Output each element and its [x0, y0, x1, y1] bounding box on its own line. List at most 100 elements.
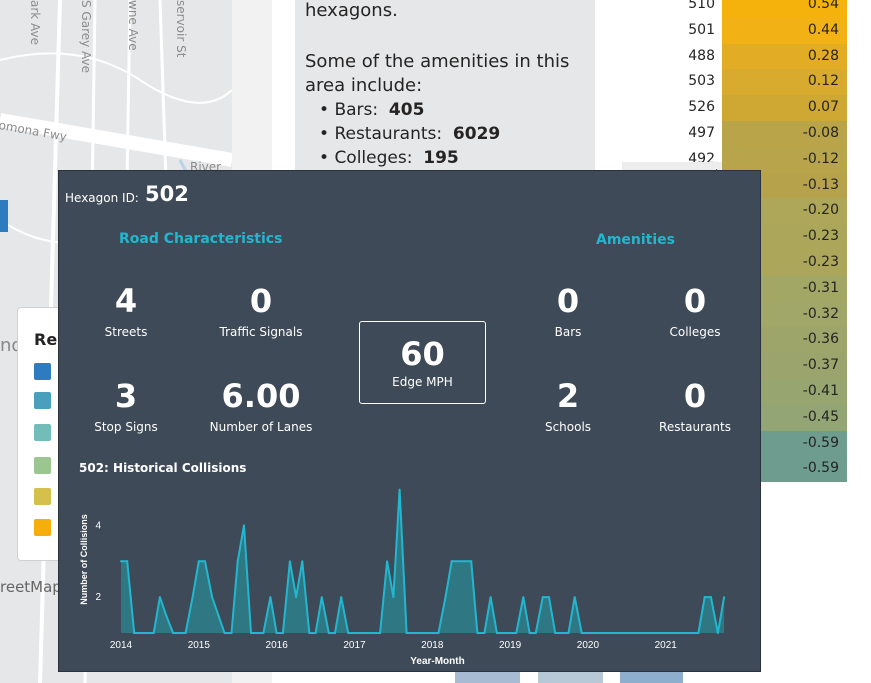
collisions-data-point[interactable]	[600, 632, 603, 634]
collisions-data-point[interactable]	[548, 596, 550, 599]
collisions-data-point[interactable]	[320, 596, 323, 599]
collisions-data-point[interactable]	[483, 632, 486, 634]
collisions-data-point[interactable]	[612, 632, 615, 634]
collisions-data-point[interactable]	[392, 596, 395, 599]
collisions-data-point[interactable]	[625, 632, 628, 634]
collisions-data-point[interactable]	[664, 632, 667, 634]
collisions-data-point[interactable]	[464, 560, 466, 563]
collisions-data-point[interactable]	[495, 632, 498, 634]
collisions-data-point[interactable]	[573, 596, 576, 599]
collisions-data-point[interactable]	[308, 632, 311, 634]
collisions-data-point[interactable]	[197, 560, 200, 563]
table-row[interactable]: 497 -0.08	[612, 121, 848, 147]
collisions-data-point[interactable]	[431, 632, 434, 634]
collisions-data-point[interactable]	[639, 632, 642, 634]
collisions-data-point[interactable]	[509, 632, 512, 634]
collisions-data-point[interactable]	[561, 632, 564, 634]
collisions-data-point[interactable]	[145, 632, 148, 634]
collisions-data-point[interactable]	[515, 632, 518, 634]
collisions-data-point[interactable]	[372, 632, 375, 634]
collisions-data-point[interactable]	[275, 632, 278, 634]
collisions-data-point[interactable]	[269, 596, 272, 599]
collisions-data-point[interactable]	[437, 632, 440, 634]
collisions-data-point[interactable]	[340, 596, 343, 599]
collisions-data-point[interactable]	[534, 632, 537, 634]
collisions-data-point[interactable]	[444, 596, 447, 599]
collisions-data-point[interactable]	[709, 596, 712, 599]
collisions-data-point[interactable]	[489, 596, 492, 599]
collisions-data-point[interactable]	[386, 560, 389, 563]
collisions-data-point[interactable]	[172, 632, 175, 634]
collisions-data-point[interactable]	[425, 632, 428, 634]
collisions-data-point[interactable]	[476, 632, 479, 634]
collisions-data-point[interactable]	[405, 632, 408, 634]
table-row[interactable]: 503 0.12	[612, 69, 848, 96]
collisions-data-point[interactable]	[580, 632, 583, 634]
table-row[interactable]: 510 0.54	[612, 0, 848, 18]
collisions-data-point[interactable]	[178, 632, 181, 634]
collisions-data-point[interactable]	[243, 524, 245, 527]
collisions-data-point[interactable]	[295, 596, 298, 599]
collisions-data-point[interactable]	[262, 632, 265, 634]
table-row[interactable]: 526 0.07	[612, 95, 848, 122]
collisions-data-point[interactable]	[723, 596, 726, 599]
collisions-data-point[interactable]	[690, 632, 693, 634]
collisions-data-point[interactable]	[541, 596, 544, 599]
collisions-data-point[interactable]	[256, 632, 259, 634]
collisions-data-point[interactable]	[281, 632, 284, 634]
collisions-data-point[interactable]	[658, 632, 661, 634]
collisions-area-chart[interactable]: 2014 2015 2016 2017 2018 2019 2020 2021 2 4 Year-M…	[73, 481, 743, 666]
collisions-data-point[interactable]	[619, 632, 622, 634]
collisions-data-point[interactable]	[139, 632, 142, 634]
collisions-data-point[interactable]	[411, 632, 414, 634]
collisions-data-point[interactable]	[671, 632, 673, 634]
collisions-data-point[interactable]	[379, 632, 382, 634]
collisions-data-point[interactable]	[158, 596, 161, 599]
collisions-data-point[interactable]	[645, 632, 648, 634]
collisions-data-point[interactable]	[586, 632, 589, 634]
collisions-data-point[interactable]	[567, 632, 570, 634]
collisions-data-point[interactable]	[223, 632, 226, 634]
collisions-data-point[interactable]	[217, 614, 220, 617]
collisions-data-point[interactable]	[418, 632, 421, 634]
collisions-data-point[interactable]	[250, 632, 252, 634]
collisions-data-point[interactable]	[502, 632, 505, 634]
collisions-data-point[interactable]	[554, 632, 557, 634]
collisions-data-point[interactable]	[327, 632, 330, 634]
collisions-data-point[interactable]	[353, 632, 356, 634]
collisions-data-point[interactable]	[522, 596, 525, 599]
collisions-data-point[interactable]	[120, 560, 122, 563]
collisions-data-point[interactable]	[165, 614, 168, 617]
collisions-data-point[interactable]	[359, 632, 362, 634]
collisions-data-point[interactable]	[457, 560, 459, 563]
collisions-data-point[interactable]	[366, 632, 369, 634]
table-row[interactable]: 501 0.44	[612, 17, 848, 44]
collisions-data-point[interactable]	[184, 632, 187, 634]
collisions-data-point[interactable]	[133, 632, 136, 634]
collisions-data-point[interactable]	[703, 596, 706, 599]
collisions-data-point[interactable]	[651, 632, 654, 634]
collisions-data-point[interactable]	[697, 632, 700, 634]
collisions-data-point[interactable]	[211, 596, 214, 599]
collisions-data-point[interactable]	[450, 560, 453, 563]
collisions-data-point[interactable]	[191, 596, 194, 599]
collisions-data-point[interactable]	[716, 632, 719, 634]
collisions-data-point[interactable]	[347, 632, 350, 634]
collisions-data-point[interactable]	[301, 560, 304, 563]
collisions-data-point[interactable]	[632, 632, 635, 634]
map-attribution[interactable]: reetMap	[0, 578, 62, 596]
collisions-data-point[interactable]	[236, 560, 239, 563]
collisions-data-point[interactable]	[528, 632, 531, 634]
collisions-data-point[interactable]	[470, 560, 473, 563]
collisions-data-point[interactable]	[593, 632, 596, 634]
collisions-data-point[interactable]	[398, 488, 401, 491]
collisions-data-point[interactable]	[606, 632, 609, 634]
collisions-data-point[interactable]	[314, 632, 317, 634]
collisions-data-point[interactable]	[288, 560, 291, 563]
collisions-data-point[interactable]	[126, 560, 129, 563]
collisions-data-point[interactable]	[678, 632, 680, 634]
collisions-data-point[interactable]	[684, 632, 687, 634]
collisions-data-point[interactable]	[230, 632, 233, 634]
table-row[interactable]: 488 0.28	[612, 43, 848, 70]
collisions-data-point[interactable]	[334, 632, 336, 634]
